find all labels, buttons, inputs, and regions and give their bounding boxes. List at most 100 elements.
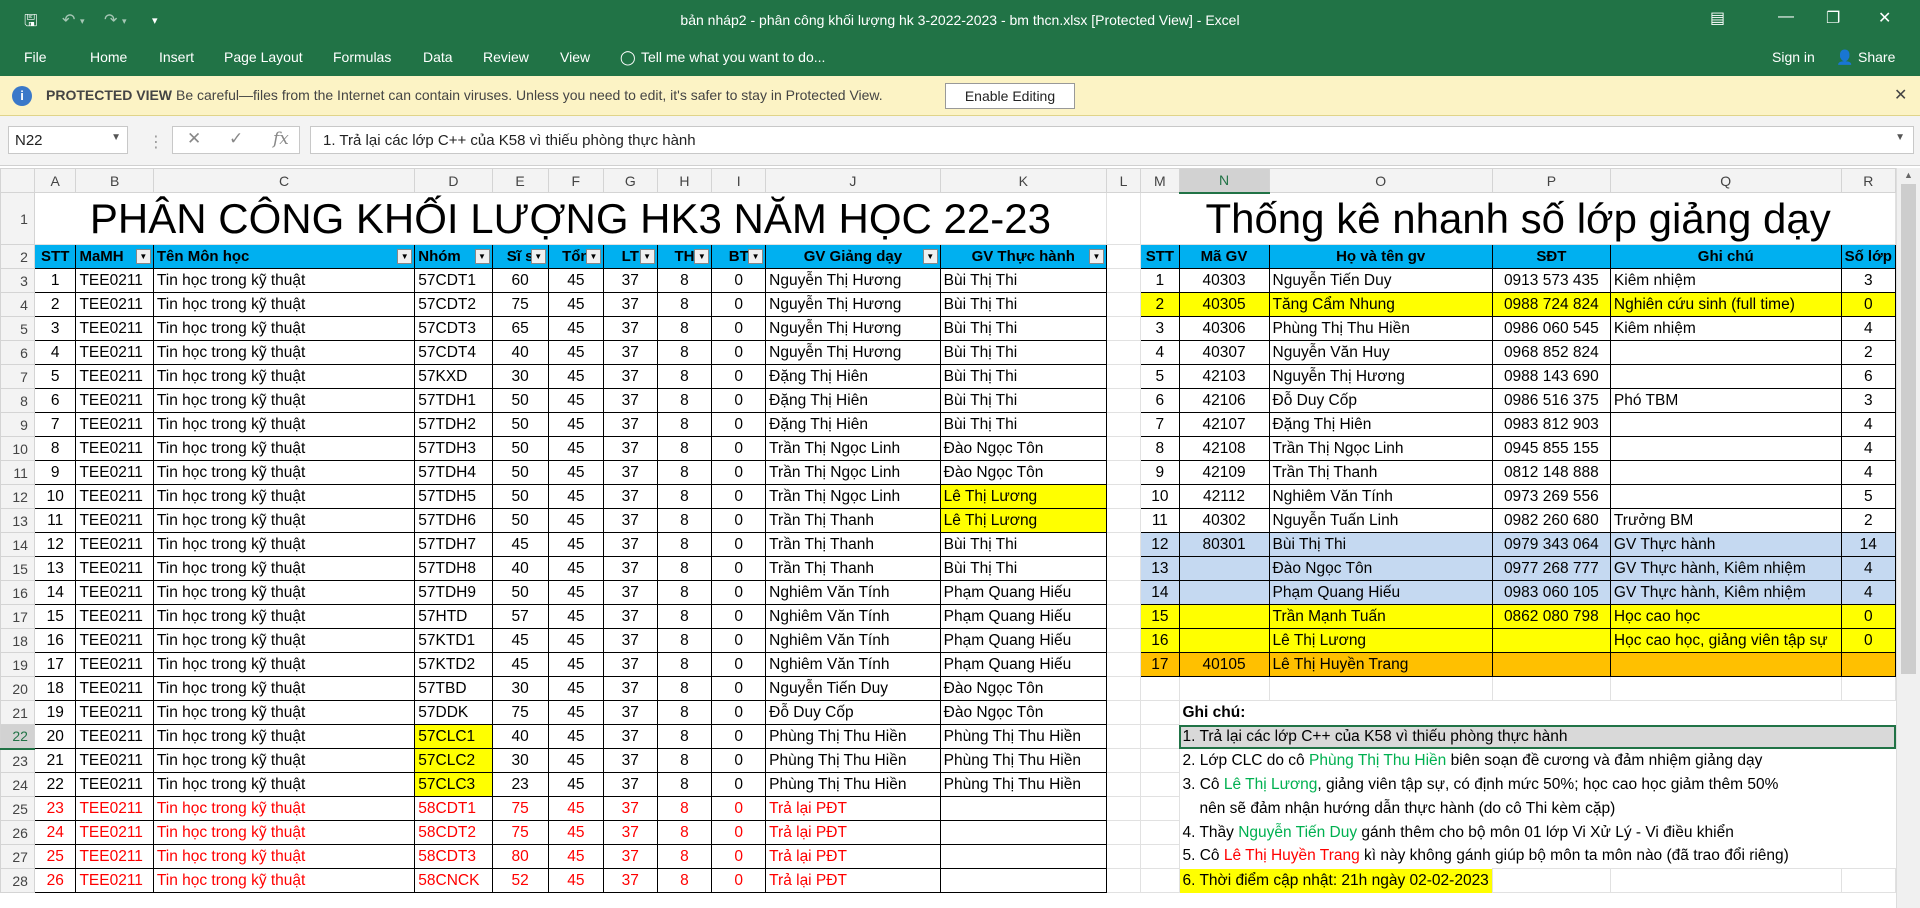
table-cell[interactable]: 0 [711,772,767,797]
table-cell[interactable]: 37 [602,796,658,821]
column-header[interactable]: D [414,168,493,193]
table-cell[interactable]: 75 [491,820,549,845]
table-cell[interactable]: 57TDH4 [414,460,493,485]
table-cell[interactable]: TEE0211 [75,436,154,461]
table-cell[interactable]: 26 [33,868,77,893]
table-cell[interactable]: Phùng Thị Thu Hiền [939,772,1107,797]
cell[interactable] [1178,676,1270,701]
stats-cell[interactable]: 14 [1140,580,1180,605]
stats-cell[interactable]: Nghiên cứu sinh (full time) [1609,292,1842,317]
table-cell[interactable] [939,844,1107,869]
table-cell[interactable]: 57TDH1 [414,388,493,413]
table-cell[interactable]: 0 [711,796,767,821]
table-cell[interactable]: 8 [656,724,713,749]
stats-cell[interactable]: 11 [1140,508,1180,533]
table-cell[interactable]: 0 [711,532,767,557]
cell[interactable] [1105,556,1142,581]
stats-cell[interactable]: Nghiêm Văn Tính [1268,484,1493,509]
cell[interactable] [1105,700,1142,725]
table-cell[interactable]: 7 [33,412,77,437]
table-cell[interactable]: 57CDT1 [414,268,493,293]
table-cell[interactable]: 5 [33,364,77,389]
tell-me-search[interactable]: Tell me what you want to do... [641,49,825,65]
stats-cell[interactable]: 4 [1840,460,1896,485]
table-cell[interactable]: 0 [711,388,767,413]
stats-cell[interactable]: Trần Thị Thanh [1268,460,1493,485]
table-cell[interactable]: Lê Thị Lương [939,484,1107,509]
table-cell[interactable]: 37 [602,364,658,389]
cell[interactable] [1140,844,1180,869]
table-cell[interactable]: 12 [33,532,77,557]
scrollbar-thumb[interactable] [1901,184,1916,674]
filter-dropdown-icon[interactable]: ▼ [748,249,764,264]
table-cell[interactable]: 8 [656,292,713,317]
stats-cell[interactable]: 13 [1140,556,1180,581]
table-cell[interactable]: 45 [547,268,604,293]
table-cell[interactable]: Nguyễn Thị Hương [765,268,941,293]
table-cell[interactable]: 45 [547,652,604,677]
table-cell[interactable]: 0 [711,268,767,293]
table-cell[interactable]: 8 [656,412,713,437]
note-line[interactable]: nên sẽ đảm nhận hướng dẫn thực hành (do … [1179,797,1896,821]
table-cell[interactable]: Trần Thị Ngọc Linh [765,484,941,509]
table-cell[interactable]: 8 [656,700,713,725]
table-cell[interactable]: Tin học trong kỹ thuật [152,484,416,509]
stats-column-title[interactable]: SĐT [1491,244,1611,269]
table-cell[interactable]: Nguyễn Thị Hương [765,340,941,365]
table-cell[interactable]: 57CLC2 [414,748,493,773]
column-header[interactable]: Q [1609,168,1842,193]
check-icon[interactable]: ✓ [229,129,243,149]
table-cell[interactable]: Đào Ngọc Tôn [939,460,1107,485]
table-cell[interactable]: Bùi Thị Thi [939,388,1107,413]
stats-cell[interactable]: 1 [1140,268,1180,293]
table-cell[interactable]: Tin học trong kỹ thuật [152,868,416,893]
stats-cell[interactable]: Học cao học [1609,604,1842,629]
column-header[interactable]: F [547,168,604,193]
table-cell[interactable]: 57TDH6 [414,508,493,533]
stats-cell[interactable] [1178,580,1270,605]
column-header[interactable]: B [75,168,154,193]
stats-cell[interactable]: 9 [1140,460,1180,485]
stats-cell[interactable]: 4 [1840,436,1896,461]
stats-cell[interactable]: 42106 [1178,388,1270,413]
table-cell[interactable]: Nguyễn Thị Hương [765,316,941,341]
filter-dropdown-icon[interactable]: ▼ [639,249,655,264]
stats-cell[interactable] [1178,556,1270,581]
table-cell[interactable]: 52 [491,868,549,893]
cell[interactable] [1840,676,1896,701]
stats-cell[interactable]: 0983 060 105 [1491,580,1611,605]
cell[interactable] [1105,748,1142,773]
table-cell[interactable]: TEE0211 [75,628,154,653]
table-cell[interactable]: Trả lại PĐT [765,820,941,845]
table-cell[interactable]: 8 [656,268,713,293]
table-cell[interactable]: Tin học trong kỹ thuật [152,412,416,437]
cell[interactable] [1105,268,1142,293]
table-cell[interactable]: 37 [602,532,658,557]
stats-cell[interactable] [1609,364,1842,389]
table-cell[interactable]: 8 [656,580,713,605]
table-cell[interactable]: 57KTD2 [414,652,493,677]
table-cell[interactable]: 10 [33,484,77,509]
table-cell[interactable]: TEE0211 [75,508,154,533]
stats-cell[interactable]: 2 [1140,292,1180,317]
table-cell[interactable]: TEE0211 [75,676,154,701]
row-header[interactable]: 22 [0,724,35,750]
stats-cell[interactable]: 0982 260 680 [1491,508,1611,533]
table-cell[interactable]: 57KXD [414,364,493,389]
table-cell[interactable]: TEE0211 [75,820,154,845]
table-cell[interactable]: 45 [547,868,604,893]
column-title[interactable]: MaMH ▼ [75,244,154,269]
row-header[interactable]: 6 [0,340,35,365]
table-cell[interactable]: 8 [656,844,713,869]
cell[interactable] [1105,484,1142,509]
column-title[interactable]: TH ▼ [656,244,713,269]
cell[interactable] [1105,244,1142,269]
table-cell[interactable]: 30 [491,364,549,389]
row-header[interactable]: 20 [0,676,35,701]
tab-page-layout[interactable]: Page Layout [224,49,303,65]
table-cell[interactable]: Tin học trong kỹ thuật [152,772,416,797]
table-cell[interactable]: 58CNCK [414,868,493,893]
stats-cell[interactable]: 3 [1140,316,1180,341]
stats-cell[interactable]: 4 [1840,412,1896,437]
stats-column-title[interactable]: Họ và tên gv [1268,244,1493,269]
